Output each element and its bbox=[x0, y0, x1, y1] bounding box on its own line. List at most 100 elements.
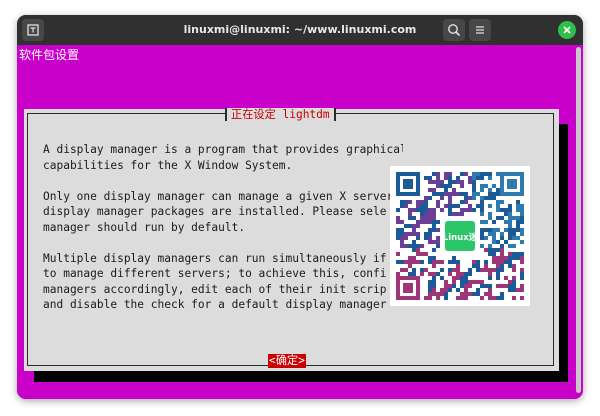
qr-module bbox=[484, 248, 488, 252]
qr-module bbox=[500, 208, 504, 212]
qr-module bbox=[520, 228, 524, 232]
qr-module bbox=[452, 212, 456, 216]
qr-module bbox=[444, 192, 448, 196]
qr-module bbox=[432, 288, 436, 292]
qr-module bbox=[476, 172, 480, 176]
qr-module bbox=[492, 268, 496, 272]
qr-module bbox=[496, 204, 500, 208]
qr-module bbox=[496, 276, 500, 280]
qr-module bbox=[500, 296, 504, 300]
qr-module bbox=[436, 292, 440, 296]
qr-module bbox=[516, 252, 520, 256]
terminal-area[interactable]: 软件包设置 正在设定 lightdm A display manager is … bbox=[17, 45, 583, 399]
qr-module bbox=[496, 240, 500, 244]
scrollbar[interactable] bbox=[574, 45, 583, 399]
qr-module bbox=[464, 196, 468, 200]
search-button[interactable] bbox=[443, 19, 465, 41]
qr-module bbox=[512, 244, 516, 248]
qr-module bbox=[396, 232, 400, 236]
qr-module bbox=[512, 264, 516, 268]
qr-module bbox=[432, 172, 436, 176]
qr-module bbox=[492, 184, 496, 188]
qr-module bbox=[396, 236, 400, 240]
qr-module bbox=[408, 208, 412, 212]
qr-module bbox=[512, 228, 516, 232]
qr-module bbox=[452, 268, 456, 272]
qr-module bbox=[488, 248, 492, 252]
qr-module bbox=[500, 268, 504, 272]
qr-module bbox=[480, 220, 484, 224]
qr-module bbox=[520, 208, 524, 212]
qr-module bbox=[420, 208, 424, 212]
qr-module bbox=[416, 232, 420, 236]
qr-module bbox=[452, 192, 456, 196]
qr-module bbox=[480, 244, 484, 248]
qr-module bbox=[428, 188, 432, 192]
qr-module bbox=[504, 220, 508, 224]
qr-module bbox=[508, 252, 512, 256]
qr-module bbox=[456, 176, 460, 180]
qr-module bbox=[472, 180, 476, 184]
qr-module bbox=[420, 272, 424, 276]
qr-module bbox=[504, 276, 508, 280]
scrollbar-thumb[interactable] bbox=[576, 47, 581, 393]
qr-module bbox=[492, 296, 496, 300]
qr-module bbox=[452, 260, 456, 264]
qr-module bbox=[504, 212, 508, 216]
qr-module bbox=[504, 284, 508, 288]
qr-module bbox=[420, 212, 424, 216]
qr-module bbox=[480, 188, 484, 192]
qr-module bbox=[408, 272, 412, 276]
qr-module bbox=[460, 212, 464, 216]
qr-module bbox=[512, 268, 516, 272]
qr-module bbox=[444, 296, 448, 300]
qr-module bbox=[464, 208, 468, 212]
qr-module bbox=[408, 264, 412, 268]
qr-module bbox=[472, 196, 476, 200]
qr-module bbox=[452, 276, 456, 280]
qr-module bbox=[448, 200, 452, 204]
qr-module bbox=[496, 172, 500, 176]
qr-module bbox=[440, 292, 444, 296]
qr-module bbox=[432, 212, 436, 216]
qr-module bbox=[420, 260, 424, 264]
qr-module bbox=[488, 192, 492, 196]
dialog-title: 正在设定 lightdm bbox=[225, 108, 336, 121]
qr-module bbox=[440, 268, 444, 272]
window-title: linuxmi@linuxmi: ~/www.linuxmi.com bbox=[183, 23, 417, 36]
menu-button[interactable] bbox=[469, 19, 491, 41]
qr-module bbox=[420, 220, 424, 224]
qr-module bbox=[496, 208, 500, 212]
qr-module bbox=[428, 296, 432, 300]
qr-module bbox=[400, 260, 404, 264]
qr-module bbox=[496, 256, 500, 260]
qr-module bbox=[500, 292, 504, 296]
qr-module bbox=[432, 208, 436, 212]
qr-module bbox=[436, 176, 440, 180]
qr-module bbox=[468, 280, 472, 284]
qr-module bbox=[468, 180, 472, 184]
qr-module bbox=[412, 240, 416, 244]
close-button[interactable] bbox=[558, 21, 576, 39]
qr-module bbox=[412, 272, 416, 276]
ok-button[interactable]: <确定> bbox=[268, 354, 306, 368]
qr-module bbox=[428, 240, 432, 244]
qr-module bbox=[476, 260, 480, 264]
qr-module bbox=[480, 196, 484, 200]
qr-module bbox=[488, 244, 492, 248]
qr-module bbox=[516, 216, 520, 220]
qr-module bbox=[476, 204, 480, 208]
qr-module bbox=[432, 228, 436, 232]
qr-module bbox=[492, 228, 496, 232]
qr-module bbox=[480, 176, 484, 180]
qr-module bbox=[476, 268, 480, 272]
qr-module bbox=[456, 288, 460, 292]
qr-module bbox=[472, 192, 476, 196]
qr-module bbox=[456, 192, 460, 196]
qr-module bbox=[516, 224, 520, 228]
qr-module bbox=[508, 260, 512, 264]
qr-module bbox=[452, 188, 456, 192]
qr-module bbox=[416, 208, 420, 212]
qr-module bbox=[496, 272, 500, 276]
qr-module bbox=[444, 280, 448, 284]
